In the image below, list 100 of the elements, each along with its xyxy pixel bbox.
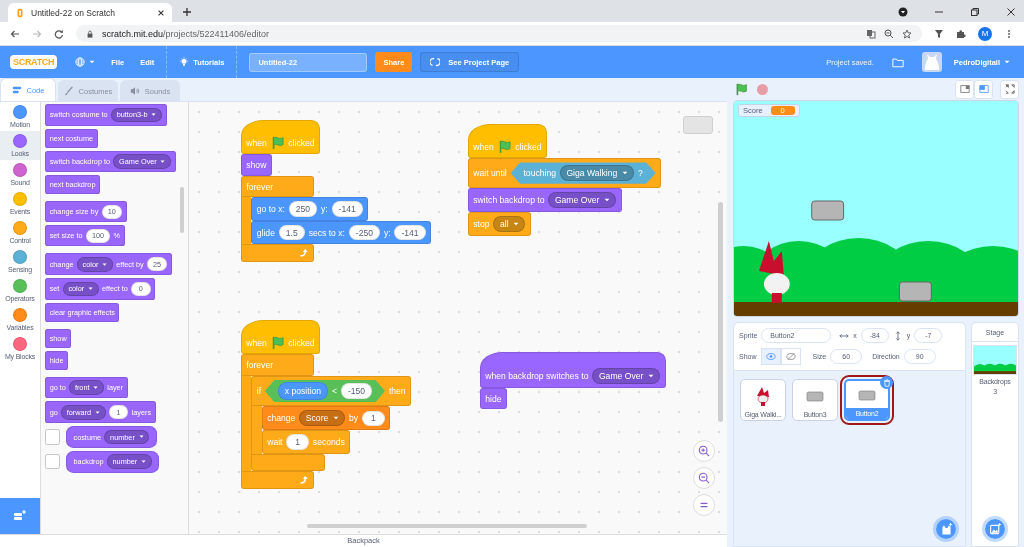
caret-icon <box>512 222 519 227</box>
block-label: ? <box>637 168 643 179</box>
number-input[interactable]: -141 <box>394 224 426 241</box>
add-backdrop-button[interactable] <box>982 516 1008 542</box>
back-icon[interactable] <box>10 28 20 39</box>
number-input[interactable]: -150 <box>340 383 373 399</box>
url-text: scratch.mit.edu/projects/522411406/editor <box>102 28 269 39</box>
image-plus-icon <box>988 522 1002 536</box>
zoom-in-icon <box>698 445 710 457</box>
block-label: go to x: <box>256 204 285 215</box>
code-block[interactable]: when backdrop switches to Game Over <box>480 352 666 388</box>
block-label: when <box>246 338 267 348</box>
show-button[interactable] <box>760 348 781 365</box>
number-input[interactable]: 250 <box>288 201 318 217</box>
block-label: show <box>246 160 267 171</box>
user-avatar[interactable] <box>921 52 942 72</box>
normal-stage-icon <box>978 84 989 94</box>
backdrop-icon[interactable] <box>973 345 1017 375</box>
reload-icon[interactable] <box>54 28 64 39</box>
block-label: stop <box>473 219 490 230</box>
block-label: hide <box>485 393 502 404</box>
caret-icon <box>102 262 108 266</box>
globe-icon <box>75 57 86 67</box>
code-block[interactable]: switch backdrop to Game Over <box>468 187 622 213</box>
add-extension-button[interactable] <box>0 498 40 534</box>
number-input[interactable]: 1 <box>362 410 385 427</box>
block-label: clicked <box>288 138 315 148</box>
reset-zoom-button[interactable] <box>693 494 715 516</box>
dropdown-menu[interactable]: Giga Walking <box>559 164 635 182</box>
block-label: change <box>267 413 296 424</box>
code-block[interactable]: stop all <box>468 212 531 237</box>
zoom-out-button[interactable] <box>693 467 715 489</box>
caret-icon <box>93 385 99 390</box>
caret-icon <box>160 159 166 164</box>
star-icon[interactable] <box>902 28 912 39</box>
code-block[interactable]: wait 1 seconds <box>261 430 351 454</box>
block-label: seconds <box>312 437 345 448</box>
code-block[interactable]: go to x: 250 y: -141 <box>251 197 369 221</box>
dropdown-menu[interactable]: Game Over <box>548 191 617 209</box>
caret-icon <box>89 60 96 64</box>
dropdown-icon[interactable] <box>898 7 908 17</box>
block-label: clicked <box>515 142 542 152</box>
number-input[interactable]: 1 <box>286 434 309 450</box>
new-tab-icon[interactable] <box>182 7 192 17</box>
code-block[interactable]: if x position < -150 then <box>251 375 411 407</box>
dropdown-menu[interactable]: Score <box>299 410 346 427</box>
caret-icon <box>621 171 628 176</box>
puzzle-icon[interactable] <box>956 28 966 39</box>
close-icon[interactable] <box>1006 7 1016 17</box>
number-input[interactable]: 1.5 <box>278 224 305 241</box>
code-block[interactable]: show <box>241 154 272 176</box>
flag-button[interactable] <box>735 82 748 96</box>
block-label: then <box>388 386 406 397</box>
caret-icon <box>140 460 147 464</box>
code-block[interactable]: change Score by 1 <box>261 406 390 431</box>
number-input[interactable]: -250 <box>348 224 380 241</box>
caret-icon <box>151 113 157 117</box>
funnel-icon[interactable] <box>934 28 944 39</box>
small-stage-button[interactable] <box>955 79 974 99</box>
block-label: < <box>332 386 338 397</box>
checkbox[interactable] <box>45 454 61 470</box>
number-input[interactable]: -141 <box>331 201 363 217</box>
block-label: forever <box>246 360 274 371</box>
block-label: wait until <box>473 168 507 179</box>
profile-avatar[interactable]: M <box>978 26 992 41</box>
caret-icon <box>647 373 654 378</box>
browser-tab[interactable]: Untitled-22 on Scratch <box>8 3 172 22</box>
dropdown-menu[interactable]: Game Over <box>592 367 661 384</box>
favicon-icon <box>15 7 25 18</box>
fullscreen-icon <box>1004 84 1015 94</box>
block-label: when <box>473 142 494 152</box>
small-stage-icon <box>959 84 970 94</box>
folder-icon[interactable] <box>891 56 904 68</box>
address-bar[interactable]: scratch.mit.edu/projects/522411406/editor <box>76 25 922 42</box>
zoom-icon[interactable] <box>884 28 894 39</box>
caret-icon <box>603 198 610 202</box>
block-label: when backdrop switches to <box>485 370 589 381</box>
restore-icon[interactable] <box>970 7 980 17</box>
code-block[interactable]: hide <box>480 387 507 410</box>
checkbox[interactable] <box>45 429 61 445</box>
blank-tile <box>683 116 713 134</box>
brush-icon <box>63 86 74 96</box>
block-label: wait <box>267 437 283 448</box>
dropdown-menu[interactable]: all <box>493 216 526 233</box>
normal-stage-button[interactable] <box>974 79 993 99</box>
code-block[interactable]: glide 1.5 secs to x: -250 y: -141 <box>251 220 431 245</box>
add-sprite-button[interactable] <box>933 516 959 542</box>
code-block[interactable]: wait until touching Giga Walking ? <box>468 158 661 188</box>
flag-icon <box>497 140 512 154</box>
zoom-in-button[interactable] <box>693 440 715 462</box>
fullscreen-button[interactable] <box>1000 79 1019 99</box>
translate-icon[interactable] <box>866 28 876 39</box>
block-label: secs to x: <box>308 227 345 238</box>
block-label: touching <box>523 168 556 179</box>
arrows-icon <box>430 57 441 67</box>
block-label: forever <box>246 181 274 192</box>
caret-icon <box>1004 60 1010 64</box>
close-icon[interactable] <box>157 8 165 17</box>
caret-icon <box>332 416 339 421</box>
blocks-icon <box>11 85 22 95</box>
